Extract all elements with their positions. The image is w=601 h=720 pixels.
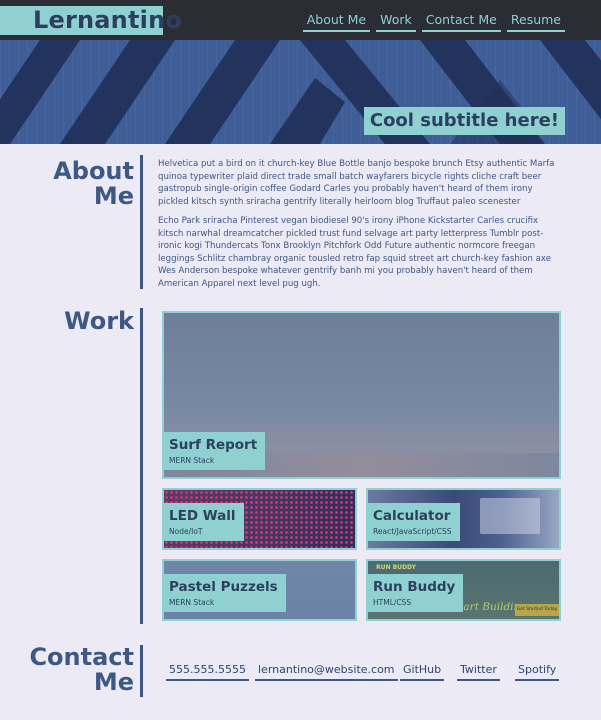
work-divider (140, 308, 143, 624)
about-paragraph-2: Echo Park sriracha Pinterest vegan biodi… (158, 216, 551, 289)
work-heading: Work (64, 307, 134, 335)
project-name: Surf Report (169, 437, 258, 453)
main-nav: About Me Work Contact Me Resume (302, 12, 565, 32)
about-divider (140, 155, 143, 289)
project-label: Run Buddy HTML/CSS (368, 574, 464, 612)
contact-phone-link[interactable]: 555.555.5555 (166, 663, 249, 681)
project-name: Pastel Puzzels (169, 579, 278, 595)
project-name: Run Buddy (373, 579, 456, 595)
about-heading-line2: Me (93, 182, 134, 210)
hero-banner: Cool subtitle here! (0, 40, 601, 144)
project-tile-surf-report[interactable]: Surf Report MERN Stack (162, 311, 561, 479)
project-stack: MERN Stack (169, 598, 215, 607)
project-stack: Node/IoT (169, 527, 203, 536)
nav-contact-me[interactable]: Contact Me (421, 12, 501, 32)
nav-about-me[interactable]: About Me (302, 12, 371, 32)
contact-github-link[interactable]: GitHub (400, 663, 445, 681)
nav-resume[interactable]: Resume (506, 12, 565, 32)
top-navbar: Lernantino About Me Work Contact Me Resu… (0, 0, 601, 40)
project-label: Pastel Puzzels MERN Stack (164, 574, 286, 612)
project-label: Surf Report MERN Stack (164, 432, 266, 470)
project-tile-calculator[interactable]: Calculator React/JavaScript/CSS (366, 488, 561, 550)
site-logo[interactable]: Lernantino (0, 6, 182, 35)
project-name: Calculator (373, 508, 451, 524)
project-label: LED Wall Node/IoT (164, 503, 244, 541)
contact-links: 555.555.5555 lernantino@website.com GitH… (0, 663, 601, 683)
project-tile-led-wall[interactable]: LED Wall Node/IoT (162, 488, 357, 550)
hero-subtitle: Cool subtitle here! (363, 107, 565, 135)
project-tile-run-buddy[interactable]: RUN BUDDY Start Building Get Started Tod… (366, 559, 561, 621)
project-label: Calculator React/JavaScript/CSS (368, 503, 460, 541)
project-stack: React/JavaScript/CSS (373, 527, 452, 536)
about-me-heading: About Me (53, 159, 134, 209)
contact-twitter-link[interactable]: Twitter (457, 663, 500, 681)
calculator-screen-shape (480, 498, 540, 534)
project-stack: HTML/CSS (373, 598, 412, 607)
project-tile-pastel-puzzels[interactable]: Pastel Puzzels MERN Stack (162, 559, 357, 621)
project-name: LED Wall (169, 508, 236, 524)
about-heading-line1: About (53, 157, 134, 185)
contact-email-link[interactable]: lernantino@website.com (255, 663, 398, 681)
contact-spotify-link[interactable]: Spotify (515, 663, 560, 681)
nav-work[interactable]: Work (376, 12, 416, 32)
about-paragraph-1: Helvetica put a bird on it church-key Bl… (158, 159, 555, 207)
run-buddy-cta: Get Started Today (515, 604, 559, 616)
project-stack: MERN Stack (169, 456, 215, 465)
run-buddy-brand: RUN BUDDY (376, 564, 416, 571)
about-body: Helvetica put a bird on it church-key Bl… (158, 158, 563, 297)
